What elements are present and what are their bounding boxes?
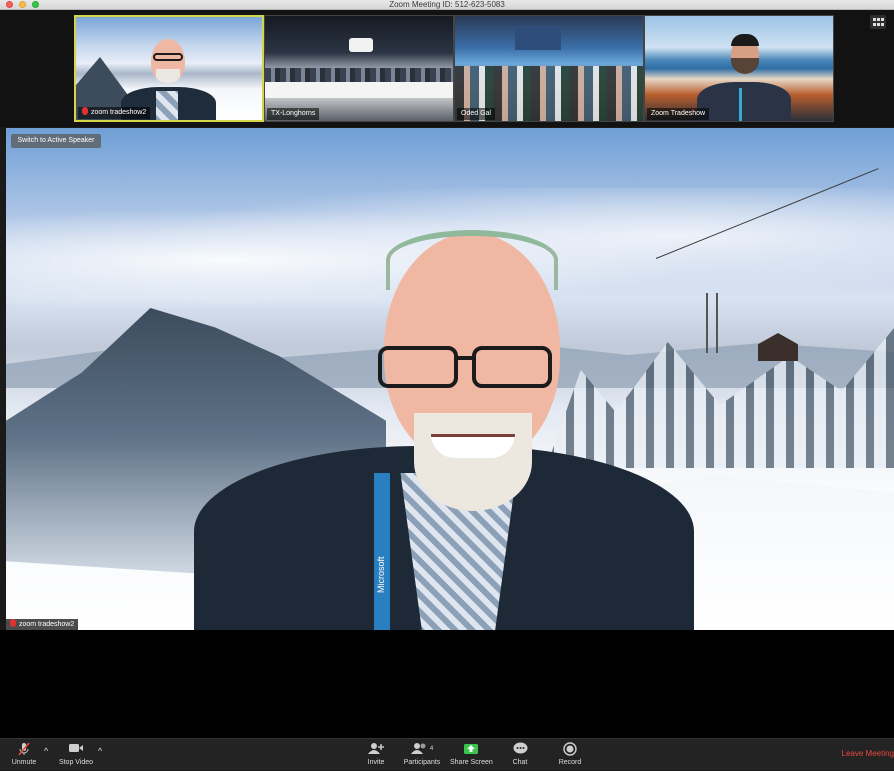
unmute-button[interactable]: Unmute (8, 741, 40, 771)
speaker-hair (386, 230, 558, 290)
window-title: Zoom Meeting ID: 512-623-5083 (389, 0, 505, 9)
thumb-name-label: Zoom Tradeshow (647, 108, 710, 120)
ski-lift-tower (706, 293, 718, 353)
glasses-right-lens (472, 346, 552, 388)
main-speaker-video: Microsoft (6, 128, 894, 630)
gallery-strip: zoom tradeshow2 TX-Longhorns Oded Gal Zo… (0, 10, 894, 127)
gallery-thumb-1[interactable]: zoom tradeshow2 (74, 15, 264, 122)
invite-button[interactable]: Invite (362, 741, 390, 771)
speaker-smile (431, 434, 515, 458)
stop-video-button[interactable]: Stop Video (56, 741, 96, 771)
window-titlebar: Zoom Meeting ID: 512-623-5083 (0, 0, 894, 10)
share-screen-icon (450, 742, 492, 756)
thumb-name-label: TX-Longhorns (267, 108, 320, 120)
video-options-chevron-icon[interactable]: ^ (98, 746, 102, 756)
share-screen-button[interactable]: Share Screen (450, 741, 493, 771)
main-speaker-name-label: zoom tradeshow2 (6, 619, 79, 630)
thumb-name-label: zoom tradeshow2 (78, 107, 151, 119)
participants-icon: 4 (402, 742, 442, 756)
participants-button[interactable]: 4 Participants (402, 741, 442, 771)
speaker-beard (414, 413, 532, 511)
participant-count: 4 (429, 746, 434, 752)
add-person-icon (362, 742, 390, 756)
glasses-left-lens (378, 346, 458, 388)
mic-muted-icon (10, 619, 16, 627)
thumb-name-label: Oded Gal (457, 108, 495, 120)
gallery-view-grid-icon[interactable] (870, 15, 886, 29)
leave-meeting-button[interactable]: Leave Meeting (842, 749, 894, 758)
lanyard: Microsoft (374, 473, 390, 630)
audio-options-chevron-icon[interactable]: ^ (44, 746, 48, 756)
chat-bubble-icon (506, 742, 534, 756)
video-camera-icon (56, 742, 96, 756)
gallery-thumb-3[interactable]: Oded Gal (454, 15, 644, 122)
gallery-thumb-2[interactable]: TX-Longhorns (264, 15, 454, 122)
record-button[interactable]: Record (556, 741, 584, 771)
mic-muted-icon (82, 107, 88, 115)
gallery-thumb-4[interactable]: Zoom Tradeshow (644, 15, 834, 122)
switch-to-active-speaker-button[interactable]: Switch to Active Speaker (11, 134, 101, 148)
microphone-muted-icon (8, 742, 40, 756)
meeting-toolbar: Unmute ^ Stop Video ^ Invite 4 Participa… (0, 738, 894, 770)
video-letterbox (0, 630, 894, 738)
chat-button[interactable]: Chat (506, 741, 534, 771)
record-icon (556, 742, 584, 756)
